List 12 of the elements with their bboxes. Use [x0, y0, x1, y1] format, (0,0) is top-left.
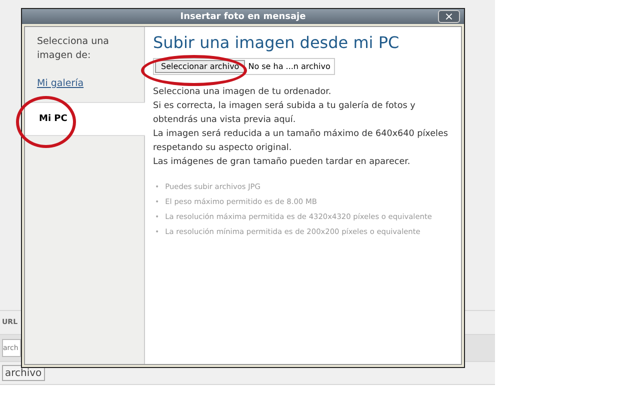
instruction-text: Si es correcta, la imagen será subida a tu galería de fotos y obtendrás una vista previa aquí.: [153, 100, 416, 127]
sidebar-item[interactable]: Mi galería: [25, 75, 84, 92]
instruction-text: La imagen será reducida a un tamaño máximo de 640x640 píxeles respetando su aspecto original.: [153, 128, 449, 155]
file-status: No se ha ...n archivo: [247, 62, 332, 71]
dialog-title: Insertar foto en mensaje: [180, 12, 306, 22]
instruction-text: Selecciona una imagen de tu ordenador.: [153, 86, 332, 99]
select-file-button[interactable]: Seleccionar archivo: [155, 60, 246, 73]
close-button[interactable]: ×: [438, 10, 460, 23]
page-heading: Subir una imagen desde mi PC: [153, 33, 400, 52]
instruction-text: Las imágenes de gran tamaño pueden tardar en aparecer.: [153, 156, 412, 169]
sidebar-heading: Selecciona una imagen de:: [36, 35, 110, 63]
sidebar-item[interactable]: Mi PC: [25, 102, 145, 136]
